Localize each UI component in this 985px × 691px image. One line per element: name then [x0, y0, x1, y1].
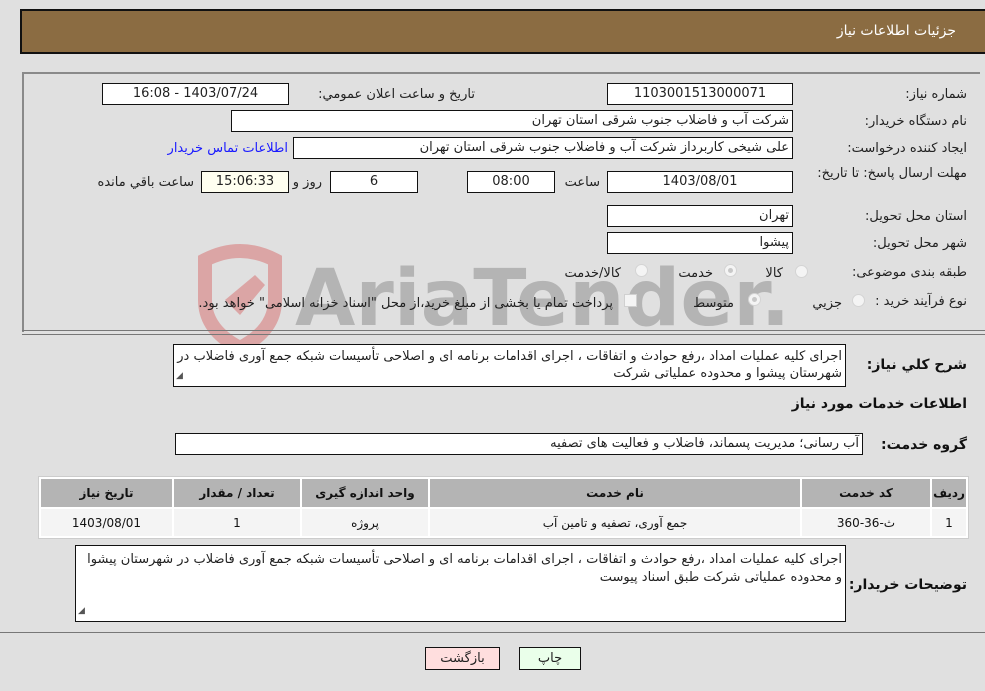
cell-quantity: 1: [174, 509, 300, 536]
resize-grip-icon[interactable]: ◢: [176, 368, 183, 385]
cell-service-name: جمع آوری، تصفيه و تامين آب: [430, 509, 800, 536]
days-label: روز و: [292, 175, 322, 190]
purchase-medium-label: متوسط: [693, 296, 734, 311]
cell-row-number: 1: [932, 509, 966, 536]
cell-need-date: 1403/08/01: [41, 509, 172, 536]
need-number-field[interactable]: 1103001513000071: [607, 83, 793, 105]
city-label: شهر محل تحويل:: [872, 236, 967, 251]
description-text: اجرای کليه عمليات امداد ،رفع حوادث و اتف…: [177, 349, 842, 381]
buyer-contact-link[interactable]: اطلاعات تماس خريدار: [168, 141, 288, 156]
buyer-notes-text: اجرای کليه عمليات امداد ،رفع حوادث و اتف…: [87, 552, 842, 585]
buyer-org-field[interactable]: شرکت آب و فاضلاب جنوب شرقی استان تهران: [231, 110, 793, 132]
deadline-date-field[interactable]: 1403/08/01: [607, 171, 793, 193]
requester-label: ايجاد کننده درخواست:: [847, 141, 967, 156]
buyer-notes-label: توضيحات خريدار:: [848, 577, 967, 593]
purchase-minor-radio[interactable]: [852, 294, 865, 307]
category-goods-service-label: کالا/خدمت: [564, 266, 621, 281]
service-group-field[interactable]: آب رسانی؛ مديريت پسماند، فاضلاب و فعاليت…: [175, 433, 863, 455]
announce-datetime-field[interactable]: 1403/07/24 - 16:08: [102, 83, 289, 105]
deadline-time-field[interactable]: 08:00: [467, 171, 555, 193]
divider: [22, 330, 985, 331]
category-service-label: خدمت: [678, 266, 713, 281]
treasury-bonds-note: پرداخت تمام يا بخشی از مبلغ خريد،از محل …: [198, 296, 613, 311]
requester-field[interactable]: علی شیخی کاربرداز شرکت آب و فاضلاب جنوب …: [293, 137, 793, 159]
deadline-time-label: ساعت: [564, 175, 600, 190]
remaining-days-field[interactable]: 6: [330, 171, 418, 193]
cell-unit: پروژه: [302, 509, 428, 536]
col-row-number: رديف: [932, 479, 966, 507]
divider: [0, 632, 985, 633]
deadline-label: مهلت ارسال پاسخ: تا تاريخ:: [817, 166, 967, 181]
col-service-name: نام خدمت: [430, 479, 800, 507]
buyer-notes-textarea[interactable]: اجرای کليه عمليات امداد ،رفع حوادث و اتف…: [75, 545, 846, 622]
province-label: استان محل تحويل:: [865, 209, 967, 224]
description-label: شرح کلي نياز:: [866, 357, 967, 373]
table-header-row: رديف کد خدمت نام خدمت واحد اندازه گيری ت…: [41, 479, 966, 507]
services-section-title: اطلاعات خدمات مورد نياز: [791, 396, 967, 412]
buyer-org-label: نام دستگاه خريدار:: [864, 114, 967, 129]
treasury-bonds-checkbox[interactable]: [624, 294, 637, 307]
purchase-minor-label: جزيي: [812, 296, 842, 311]
cell-service-code: ث-36-360: [802, 509, 930, 536]
category-goods-service-radio[interactable]: [635, 264, 648, 277]
category-goods-label: کالا: [765, 266, 783, 281]
page-title: جزئيات اطلاعات نياز: [836, 23, 956, 39]
announce-datetime-label: تاريخ و ساعت اعلان عمومي:: [318, 87, 475, 102]
col-need-date: تاريخ نياز: [41, 479, 172, 507]
back-button[interactable]: بازگشت: [425, 647, 500, 670]
page-header: جزئيات اطلاعات نياز: [20, 9, 985, 54]
category-label: طبقه بندی موضوعی:: [851, 265, 967, 280]
purchase-medium-radio[interactable]: [748, 293, 761, 306]
need-number-label: شماره نياز:: [905, 87, 967, 102]
description-textarea[interactable]: اجرای کليه عمليات امداد ،رفع حوادث و اتف…: [173, 344, 846, 387]
services-table: رديف کد خدمت نام خدمت واحد اندازه گيری ت…: [38, 476, 969, 539]
col-service-code: کد خدمت: [802, 479, 930, 507]
col-unit: واحد اندازه گيری: [302, 479, 428, 507]
print-button[interactable]: چاپ: [519, 647, 581, 670]
col-quantity: تعداد / مقدار: [174, 479, 300, 507]
remaining-time-field: 15:06:33: [201, 171, 289, 193]
service-group-label: گروه خدمت:: [881, 437, 967, 453]
category-service-radio[interactable]: [724, 264, 737, 277]
divider: [22, 334, 985, 335]
table-row: 1 ث-36-360 جمع آوری، تصفيه و تامين آب پر…: [41, 509, 966, 536]
remaining-time-label: ساعت باقي مانده: [97, 175, 194, 190]
province-field[interactable]: تهران: [607, 205, 793, 227]
city-field[interactable]: پيشوا: [607, 232, 793, 254]
purchase-type-label: نوع فرآيند خريد :: [875, 294, 967, 309]
resize-grip-icon[interactable]: ◢: [78, 602, 85, 620]
category-goods-radio[interactable]: [795, 265, 808, 278]
